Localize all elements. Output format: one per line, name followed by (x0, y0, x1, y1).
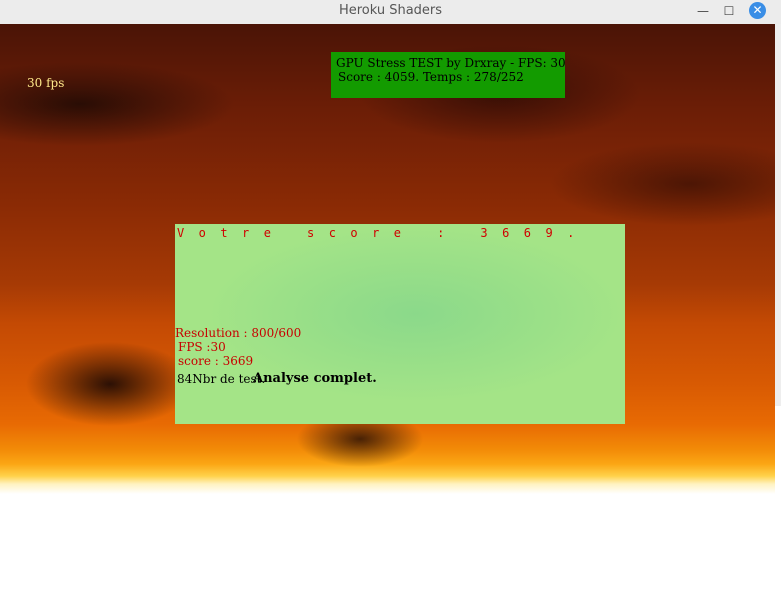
stress-test-box: GPU Stress TEST by Drxray - FPS: 30 Scor… (331, 52, 566, 98)
analysis-status: Analyse complet. (253, 371, 377, 386)
window-edge-shade (775, 24, 781, 406)
minimize-button[interactable]: — (694, 2, 712, 20)
close-button[interactable]: ✕ (749, 2, 766, 19)
window-edge (775, 24, 781, 613)
fps-counter: 30 fps (27, 76, 65, 90)
stress-test-score: Score : 4059. Temps : 278/252 (338, 70, 524, 84)
score-panel: V o t r e s c o r e : 3 6 6 9 . Resoluti… (175, 224, 625, 424)
maximize-button[interactable]: ☐ (720, 2, 738, 20)
stress-test-title: GPU Stress TEST by Drxray - FPS: 30 (336, 56, 566, 70)
window-title: Heroku Shaders (338, 3, 443, 18)
fps-text: FPS :30 (178, 340, 226, 354)
score-text: score : 3669 (178, 354, 254, 368)
resolution-text: Resolution : 800/600 (175, 326, 302, 340)
window-titlebar: Heroku Shaders — ☐ ✕ (0, 0, 781, 25)
score-heading: V o t r e s c o r e : 3 6 6 9 . (177, 226, 575, 240)
